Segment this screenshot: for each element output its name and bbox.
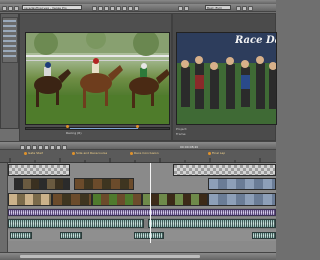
split-screen-icon[interactable] — [184, 6, 189, 11]
preview-settings-icon[interactable] — [178, 6, 183, 11]
snap-icon[interactable] — [122, 6, 127, 11]
audio-clip[interactable] — [10, 232, 32, 239]
main-toolbar: racedayfinal.veg - Vegas Pro Best (Full) — [0, 4, 276, 12]
video-clip[interactable] — [142, 193, 208, 206]
timeline-marker[interactable] — [208, 152, 211, 155]
video-clip[interactable] — [8, 164, 70, 176]
preview-status-frame: Frame: — [176, 132, 187, 136]
preview-quality-dropdown[interactable]: Best (Full) — [205, 5, 231, 10]
preview-status-project: Project: — [176, 127, 188, 131]
timeline-tracks — [0, 163, 276, 252]
video-clip[interactable] — [173, 164, 276, 176]
external-monitor-icon[interactable] — [236, 6, 241, 11]
timeline-marker[interactable] — [24, 152, 27, 155]
video-clip[interactable] — [92, 193, 142, 206]
timecode-display: 00:00:08;20 — [180, 145, 199, 149]
audio-clip[interactable] — [148, 219, 276, 228]
save-icon[interactable] — [14, 6, 19, 11]
file-name-field[interactable]: racedayfinal.veg - Vegas Pro — [22, 5, 82, 10]
undo-icon[interactable] — [110, 6, 115, 11]
playhead-cursor[interactable] — [150, 163, 151, 243]
trimmer-selection[interactable] — [70, 128, 138, 129]
explorer-item[interactable] — [3, 45, 16, 47]
audio-track-3[interactable] — [8, 230, 276, 241]
copy-icon[interactable] — [98, 6, 103, 11]
audio-track-1[interactable] — [8, 208, 276, 217]
marker-label-final-lap: Final Lap — [212, 151, 226, 155]
trimmer-panel: Racing (R) — [19, 13, 172, 141]
marker-label-race-conclusion: Race Conclusion — [134, 151, 159, 155]
video-clip[interactable] — [14, 178, 70, 190]
video-clip[interactable] — [208, 193, 276, 206]
paste-icon[interactable] — [104, 6, 109, 11]
trimmer-marker[interactable] — [66, 125, 69, 128]
explorer-item[interactable] — [3, 55, 16, 57]
audio-clip[interactable] — [134, 232, 164, 239]
marker-label-gate-start: Gate Start — [28, 151, 44, 155]
explorer-item[interactable] — [3, 40, 16, 42]
preview-video-frame: Race Da — [176, 32, 277, 125]
trimmer-marker[interactable] — [136, 125, 139, 128]
video-track-2[interactable] — [8, 177, 276, 191]
open-folder-icon[interactable] — [8, 6, 13, 11]
audio-clip[interactable] — [60, 232, 82, 239]
explorer-item[interactable] — [3, 35, 16, 37]
video-track-1[interactable] — [8, 164, 276, 176]
spectators-image — [177, 33, 276, 124]
trimmer-scrub-bar[interactable] — [25, 125, 170, 130]
trimmer-label: Racing (R) — [66, 131, 82, 135]
marker-label-side-racecourse: Side and Racecourse — [76, 151, 108, 155]
audio-track-2[interactable] — [8, 218, 276, 229]
timeline-ruler[interactable]: Gate Start Side and Racecourse Race Conc… — [0, 150, 276, 163]
explorer-item[interactable] — [3, 50, 16, 52]
explorer-item[interactable] — [3, 30, 16, 32]
explorer-item[interactable] — [3, 20, 16, 22]
video-clip[interactable] — [208, 178, 276, 190]
timeline-scrollbar[interactable] — [0, 252, 276, 260]
timeline-marker[interactable] — [130, 152, 133, 155]
audio-clip[interactable] — [8, 219, 144, 228]
track-headers — [0, 163, 8, 252]
timeline-marker[interactable] — [72, 152, 75, 155]
overlay-icon[interactable] — [248, 6, 253, 11]
envelope-tool-icon[interactable] — [134, 6, 139, 11]
audio-clip[interactable] — [8, 209, 276, 216]
redo-icon[interactable] — [116, 6, 121, 11]
video-track-3[interactable] — [8, 192, 276, 207]
cut-icon[interactable] — [92, 6, 97, 11]
video-preview-panel: Race Da Project: Frame: — [172, 13, 277, 141]
racehorses-image — [26, 33, 169, 124]
transport-bar: 00:00:08;20 — [0, 141, 276, 150]
trimmer-video-frame[interactable] — [25, 32, 170, 125]
video-clip[interactable] — [74, 178, 134, 190]
explorer-item[interactable] — [3, 25, 16, 27]
video-clip[interactable] — [52, 193, 92, 206]
audio-clip[interactable] — [252, 232, 276, 239]
explorer-panel — [0, 13, 19, 129]
snapshot-icon[interactable] — [242, 6, 247, 11]
scrollbar-thumb[interactable] — [20, 255, 200, 258]
edit-tool-icon[interactable] — [128, 6, 133, 11]
new-file-icon[interactable] — [2, 6, 7, 11]
title-overlay-text: Race Da — [235, 35, 277, 46]
video-clip[interactable] — [8, 193, 52, 206]
